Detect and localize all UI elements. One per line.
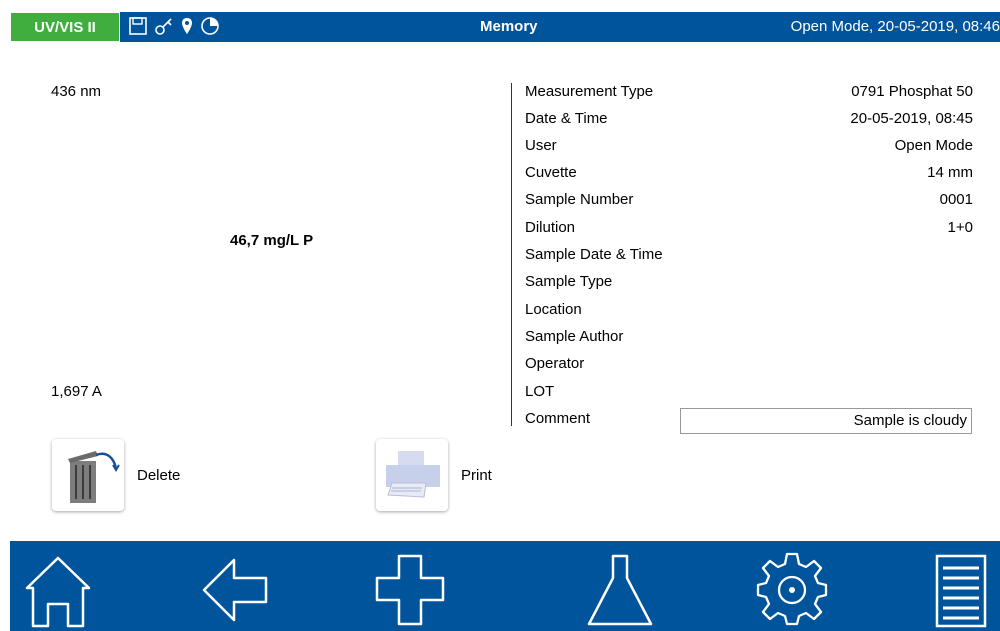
menu-button[interactable] [920, 549, 1000, 631]
device-brand: UV/VIS II [10, 12, 120, 42]
detail-row-user: User Open Mode [525, 137, 973, 164]
wavelength-value: 436 nm [51, 83, 102, 100]
divider [511, 83, 512, 426]
detail-value: 0001 [939, 191, 973, 208]
top-bar: UV/VIS II Memory Open Mode, 20-05-2019, … [10, 12, 1000, 42]
back-arrow-icon [202, 558, 268, 622]
detail-row-date-time: Date & Time 20-05-2019, 08:45 [525, 110, 973, 137]
settings-button[interactable] [752, 549, 832, 631]
detail-label: Dilution [525, 219, 576, 236]
detail-row-dilution: Dilution 1+0 [525, 219, 973, 246]
detail-value: 20-05-2019, 08:45 [850, 110, 973, 127]
printer-icon [386, 451, 440, 498]
screen-title: Memory [480, 18, 538, 35]
location-pin-icon [182, 18, 192, 34]
home-button[interactable] [18, 549, 98, 631]
detail-label: Cuvette [525, 164, 577, 181]
detail-row-sample-date-time[interactable]: Sample Date & Time [525, 246, 973, 273]
detail-label: Sample Type [525, 273, 613, 290]
detail-row-measurement-type: Measurement Type 0791 Phosphat 50 [525, 83, 973, 110]
home-icon [25, 556, 91, 628]
back-button[interactable] [195, 549, 275, 631]
detail-label: Sample Author [525, 328, 624, 345]
save-icon [129, 17, 147, 35]
measurement-button[interactable] [580, 549, 660, 631]
detail-value: Open Mode [894, 137, 973, 154]
detail-label: Sample Number [525, 191, 634, 208]
bottom-nav-bar [10, 541, 1000, 631]
comment-field[interactable]: Sample is cloudy [680, 408, 972, 434]
detail-label: Location [525, 301, 582, 318]
trash-icon [68, 451, 120, 503]
detail-label: Date & Time [525, 110, 608, 127]
menu-list-icon [935, 554, 987, 628]
detail-label: Comment [525, 410, 591, 427]
detail-label: Measurement Type [525, 83, 654, 100]
detail-row-lot[interactable]: LOT [525, 383, 973, 410]
detail-label: LOT [525, 383, 555, 400]
add-button[interactable] [370, 549, 450, 631]
absorbance-value: 1,697 A [51, 383, 102, 400]
detail-label: Operator [525, 355, 585, 372]
detail-row-sample-type[interactable]: Sample Type [525, 273, 973, 300]
detail-row-sample-number: Sample Number 0001 [525, 191, 973, 218]
flask-icon [587, 554, 653, 626]
mode-datetime-info: Open Mode, 20-05-2019, 08:46 [790, 18, 1000, 35]
detail-row-cuvette: Cuvette 14 mm [525, 164, 973, 191]
detail-row-operator[interactable]: Operator [525, 355, 973, 382]
print-label[interactable]: Print [461, 467, 492, 484]
print-button[interactable] [376, 439, 448, 511]
detail-row-sample-author[interactable]: Sample Author [525, 328, 973, 355]
key-icon [155, 18, 172, 35]
measurement-result: 46,7 mg/L P [230, 232, 314, 249]
detail-value: 14 mm [927, 164, 973, 181]
settings-gear-icon [756, 552, 828, 626]
status-icons [128, 16, 220, 36]
detail-label: Sample Date & Time [525, 246, 663, 263]
add-icon [375, 554, 445, 626]
detail-value: 1+0 [947, 219, 973, 236]
detail-row-location[interactable]: Location [525, 301, 973, 328]
delete-label[interactable]: Delete [137, 467, 180, 484]
pie-timer-icon [201, 17, 219, 35]
detail-label: User [525, 137, 557, 154]
detail-value: 0791 Phosphat 50 [851, 83, 973, 100]
delete-button[interactable] [52, 439, 124, 511]
